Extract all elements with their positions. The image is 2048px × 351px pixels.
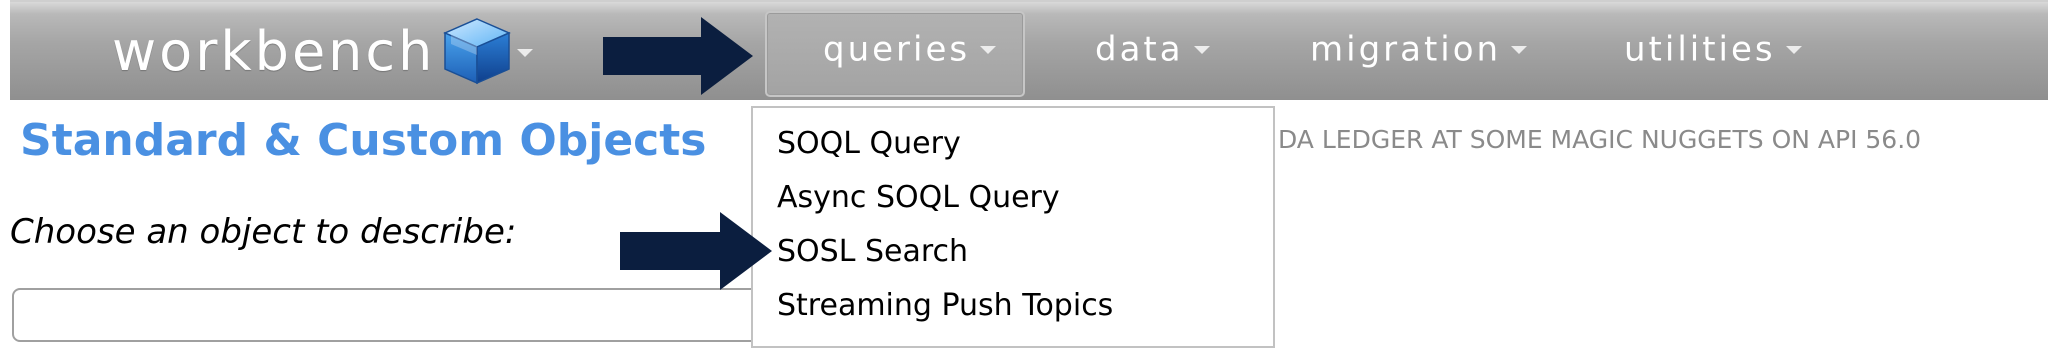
- cube-icon: [443, 18, 512, 85]
- object-prompt-label: Choose an object to describe:: [10, 212, 517, 252]
- arrow-right-icon: [620, 212, 772, 290]
- object-select[interactable]: [12, 288, 761, 342]
- chevron-down-icon: [1193, 45, 1210, 54]
- nav-queries[interactable]: queries: [823, 28, 997, 70]
- nav-migration[interactable]: migration: [1310, 28, 1528, 70]
- workbench-logo[interactable]: workbench: [112, 16, 513, 86]
- nav-utilities[interactable]: utilities: [1624, 28, 1802, 70]
- menu-item-streaming-push-topics[interactable]: Streaming Push Topics: [777, 288, 1113, 323]
- nav-queries-label: queries: [823, 29, 971, 70]
- arrow-right-icon: [603, 17, 753, 95]
- top-navigation-bar: workbench queries data migration utiliti…: [10, 0, 2048, 100]
- chevron-down-icon: [1785, 45, 1802, 54]
- page-title: Standard & Custom Objects: [20, 115, 707, 166]
- menu-item-async-soql-query[interactable]: Async SOQL Query: [777, 180, 1060, 215]
- chevron-down-icon: [980, 45, 997, 54]
- nav-data[interactable]: data: [1095, 28, 1210, 70]
- chevron-down-icon[interactable]: [517, 49, 533, 57]
- org-info-text: DA LEDGER AT SOME MAGIC NUGGETS ON API 5…: [1278, 125, 1922, 154]
- nav-migration-label: migration: [1310, 29, 1502, 70]
- logo-text: workbench: [112, 19, 436, 83]
- chevron-down-icon: [1511, 45, 1528, 54]
- nav-utilities-label: utilities: [1624, 29, 1776, 70]
- nav-data-label: data: [1095, 29, 1184, 70]
- queries-dropdown-menu: SOQL Query Async SOQL Query SOSL Search …: [751, 106, 1275, 348]
- menu-item-sosl-search[interactable]: SOSL Search: [777, 234, 968, 269]
- menu-item-soql-query[interactable]: SOQL Query: [777, 126, 961, 161]
